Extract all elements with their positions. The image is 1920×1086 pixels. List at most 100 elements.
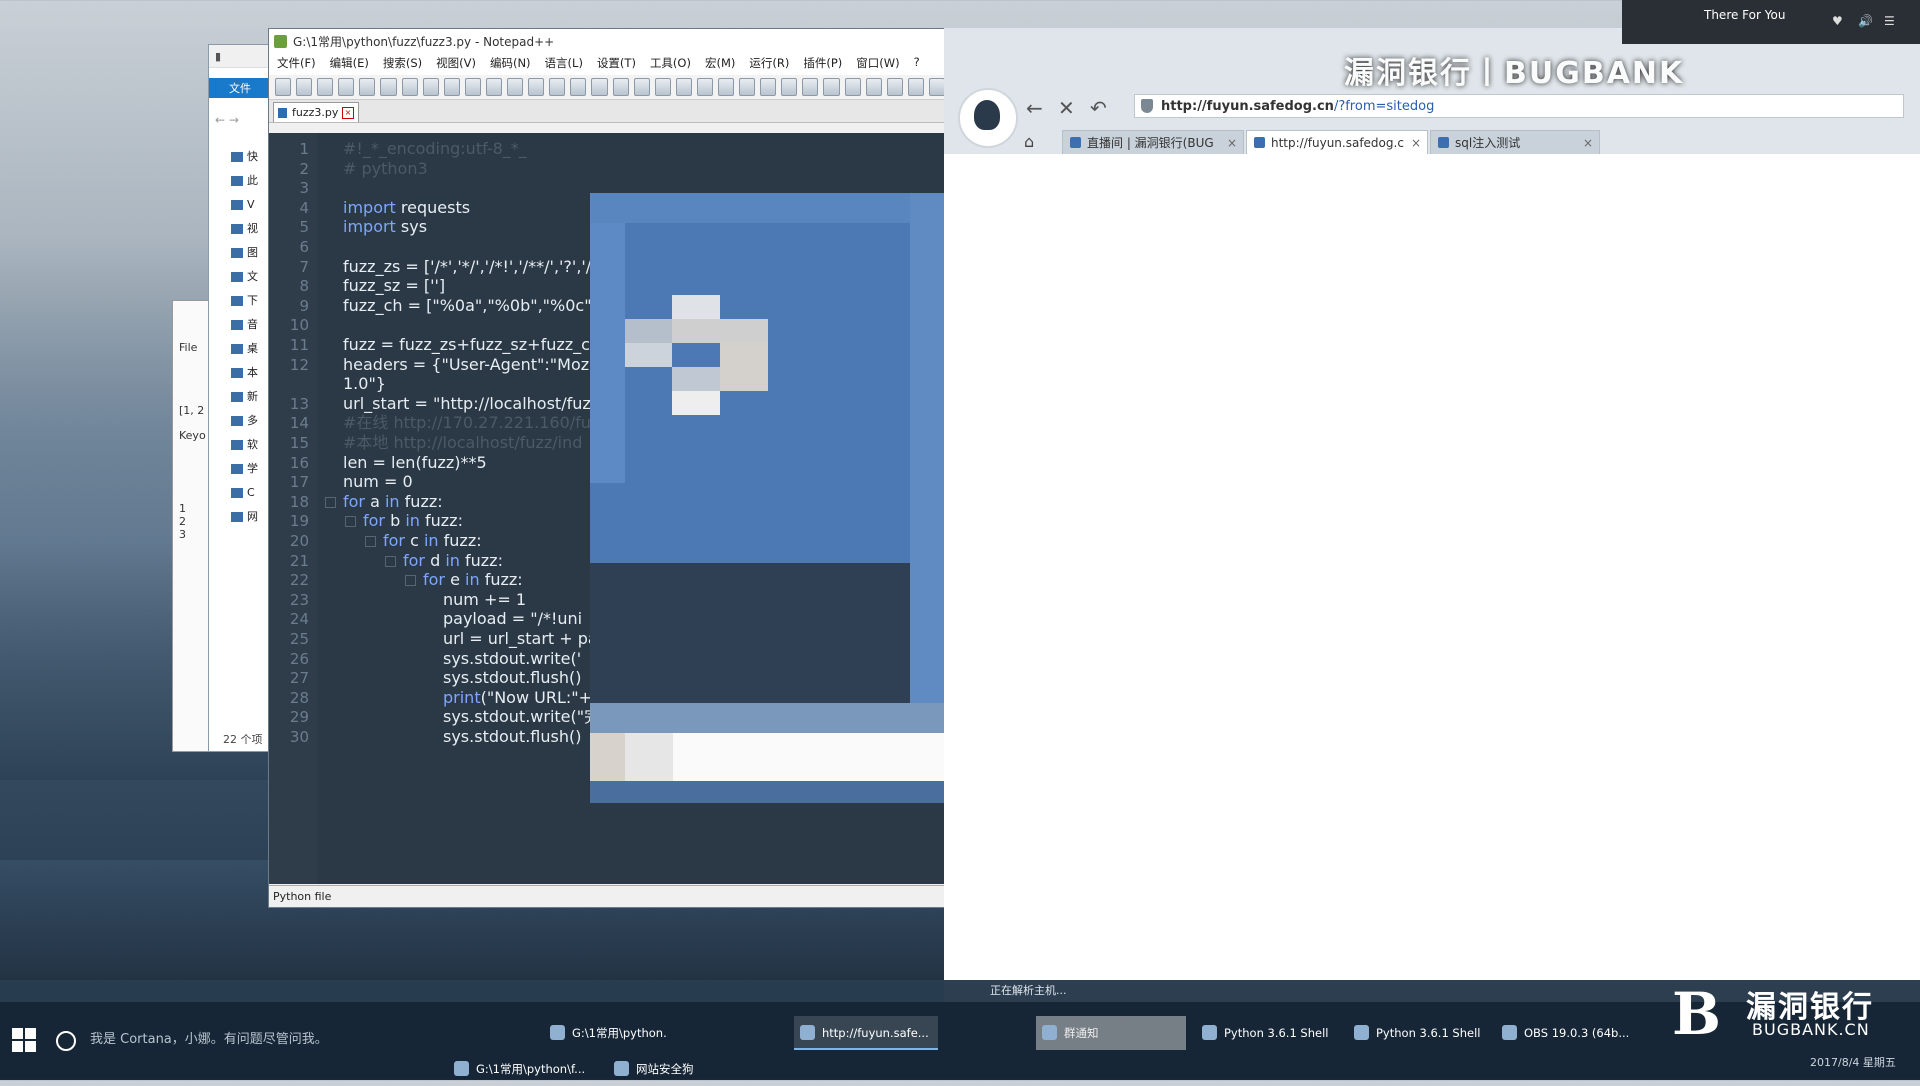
toolbar-button-icon[interactable]: [823, 78, 840, 96]
taskbar-app-label: 群通知: [1064, 1026, 1099, 1040]
status-text: 正在解析主机...: [990, 984, 1067, 997]
cortana-placeholder: 我是 Cortana，小娜。有问题尽管问我。: [90, 1032, 328, 1047]
toolbar-button-icon[interactable]: [507, 78, 524, 96]
taskbar-app-button[interactable]: Python 3.6.1 Shell: [1196, 1016, 1336, 1050]
toolbar-button-icon[interactable]: [781, 78, 798, 96]
volume-icon[interactable]: 🔊: [1858, 14, 1873, 28]
taskbar-app-button[interactable]: http://fuyun.safe...: [794, 1016, 938, 1050]
toolbar-button-icon[interactable]: [612, 78, 629, 96]
browser-tab[interactable]: 直播间 | 漏洞银行(BUG ×: [1062, 130, 1244, 154]
code-token: #在线 http://170.27.221.160/fu: [343, 413, 591, 433]
code-token: sys.stdout.write(': [443, 648, 587, 668]
toolbar-button-icon[interactable]: [696, 78, 713, 96]
taskbar-app-button[interactable]: Python 3.6.1 Shell: [1348, 1016, 1482, 1050]
undo-icon[interactable]: ↶: [1090, 96, 1107, 120]
app-icon: [454, 1061, 469, 1076]
toolbar-button-icon[interactable]: [296, 78, 313, 96]
toolbar-button-icon[interactable]: [760, 78, 777, 96]
close-tab-icon[interactable]: ×: [1227, 131, 1237, 154]
toolbar-button-icon[interactable]: [380, 78, 397, 96]
shirt-icon[interactable]: ♥: [1832, 14, 1843, 28]
toolbar-button-icon[interactable]: [401, 78, 418, 96]
tab-label: fuzz3.py: [292, 106, 339, 119]
toolbar-button-icon[interactable]: [591, 78, 608, 96]
toolbar-button-icon[interactable]: [549, 78, 566, 96]
taskbar-app-label: OBS 19.0.3 (64b...: [1524, 1026, 1630, 1040]
toolbar-button-icon[interactable]: [654, 78, 671, 96]
menu-icon[interactable]: ☰: [1884, 14, 1895, 28]
toolbar-button-icon[interactable]: [717, 78, 735, 96]
side-line-1: 1: [179, 502, 186, 515]
toolbar-button-icon[interactable]: [359, 78, 376, 96]
toolbar-button-icon[interactable]: [844, 78, 861, 96]
windows-start-button[interactable]: [12, 1028, 36, 1052]
close-tab-icon[interactable]: ×: [1583, 131, 1593, 154]
toolbar-button-icon[interactable]: [275, 78, 292, 96]
bugbank-banner: 漏洞银行丨BUGBANK: [1344, 56, 1685, 91]
fold-marker-icon[interactable]: [345, 516, 356, 528]
npp-menu-item[interactable]: 搜索(S): [383, 55, 422, 75]
toolbar-button-icon[interactable]: [485, 78, 503, 96]
browser-tab[interactable]: http://fuyun.safedog.c ×: [1246, 130, 1428, 154]
cortana-search[interactable]: 我是 Cortana，小娜。有问题尽管问我。: [56, 1020, 396, 1060]
npp-menu-item[interactable]: 宏(M): [705, 55, 735, 75]
npp-menu-item[interactable]: 编辑(E): [330, 55, 369, 75]
taskbar-app-button[interactable]: 群通知: [1036, 1016, 1186, 1050]
npp-menu-item[interactable]: 文件(F): [277, 55, 316, 75]
npp-menu-item[interactable]: 运行(R): [749, 55, 789, 75]
toolbar-button-icon[interactable]: [528, 78, 545, 96]
browser-window[interactable]: 漏洞银行丨BUGBANK ← ✕ ↶ http://fuyun.safedog.…: [944, 28, 1920, 980]
toolbar-button-icon[interactable]: [317, 78, 334, 96]
back-icon[interactable]: ←: [1026, 96, 1043, 120]
url-path: /?from=sitedog: [1333, 99, 1435, 114]
keyword: in: [405, 511, 420, 531]
toolbar-button-icon[interactable]: [443, 78, 460, 96]
fold-marker-icon[interactable]: [385, 555, 396, 567]
npp-menu-item[interactable]: 窗口(W): [856, 55, 899, 75]
fold-marker-icon[interactable]: [405, 575, 416, 587]
npp-menu-item[interactable]: 设置(T): [597, 55, 636, 75]
address-bar[interactable]: http://fuyun.safedog.cn/?from=sitedog: [1134, 94, 1904, 118]
toolbar-button-icon[interactable]: [633, 78, 650, 96]
browser-tabbar: 直播间 | 漏洞银行(BUG × http://fuyun.safedog.c × sq…: [944, 128, 1920, 154]
folder-icon: [231, 272, 243, 282]
npp-toolbar: [269, 75, 945, 100]
npp-menu-item[interactable]: 插件(P): [803, 55, 842, 75]
npp-menu-item[interactable]: 工具(O): [650, 55, 691, 75]
toolbar-button-icon[interactable]: [802, 78, 819, 96]
key-label: Keyo: [179, 429, 206, 442]
bugbank-logo: B 漏洞银行 BUGBANK.CN: [1672, 980, 1912, 1050]
toolbar-button-icon[interactable]: [928, 78, 945, 96]
back-arrow-icon[interactable]: ← →: [215, 113, 239, 127]
toolbar-button-icon[interactable]: [570, 78, 587, 96]
npp-menu-item[interactable]: 视图(V): [436, 55, 476, 75]
toolbar-button-icon[interactable]: [338, 78, 355, 96]
close-tab-icon[interactable]: ×: [1411, 131, 1421, 154]
toolbar-button-icon[interactable]: [886, 78, 903, 96]
tab-fuzz3[interactable]: fuzz3.py ×: [273, 102, 359, 122]
browser-tab[interactable]: sql注入测试 ×: [1430, 130, 1600, 154]
taskbar-app-button[interactable]: OBS 19.0.3 (64b...: [1496, 1016, 1650, 1050]
fold-marker-icon[interactable]: [365, 536, 376, 547]
fold-marker-icon[interactable]: [325, 496, 336, 508]
code-token: num = 0: [343, 472, 413, 492]
toolbar-button-icon[interactable]: [865, 78, 882, 96]
taskbar-app-button[interactable]: G:\1常用\python...: [544, 1016, 668, 1050]
taskbar-app-button[interactable]: 网站安全狗: [608, 1052, 728, 1086]
explorer-file-tab[interactable]: 文件: [209, 78, 271, 98]
code-token: d: [425, 550, 446, 570]
toolbar-button-icon[interactable]: [464, 78, 481, 96]
toolbar-button-icon[interactable]: [422, 78, 439, 96]
toolbar-button-icon[interactable]: [739, 78, 756, 96]
toolbar-button-icon[interactable]: [675, 78, 692, 96]
toolbar-button-icon[interactable]: [907, 78, 924, 96]
music-player[interactable]: There For You ♥ 🔊 ☰: [1622, 0, 1920, 44]
file-menu-label[interactable]: File: [173, 341, 213, 354]
explorer-nav-label: 下: [247, 294, 258, 307]
close-tab-icon[interactable]: ×: [342, 107, 354, 119]
npp-menu-item[interactable]: ?: [914, 55, 920, 75]
npp-menu-item[interactable]: 语言(L): [545, 55, 583, 75]
taskbar-app-button[interactable]: G:\1常用\python\f...: [448, 1052, 600, 1086]
stop-icon[interactable]: ✕: [1058, 96, 1075, 120]
npp-menu-item[interactable]: 编码(N): [490, 55, 531, 75]
